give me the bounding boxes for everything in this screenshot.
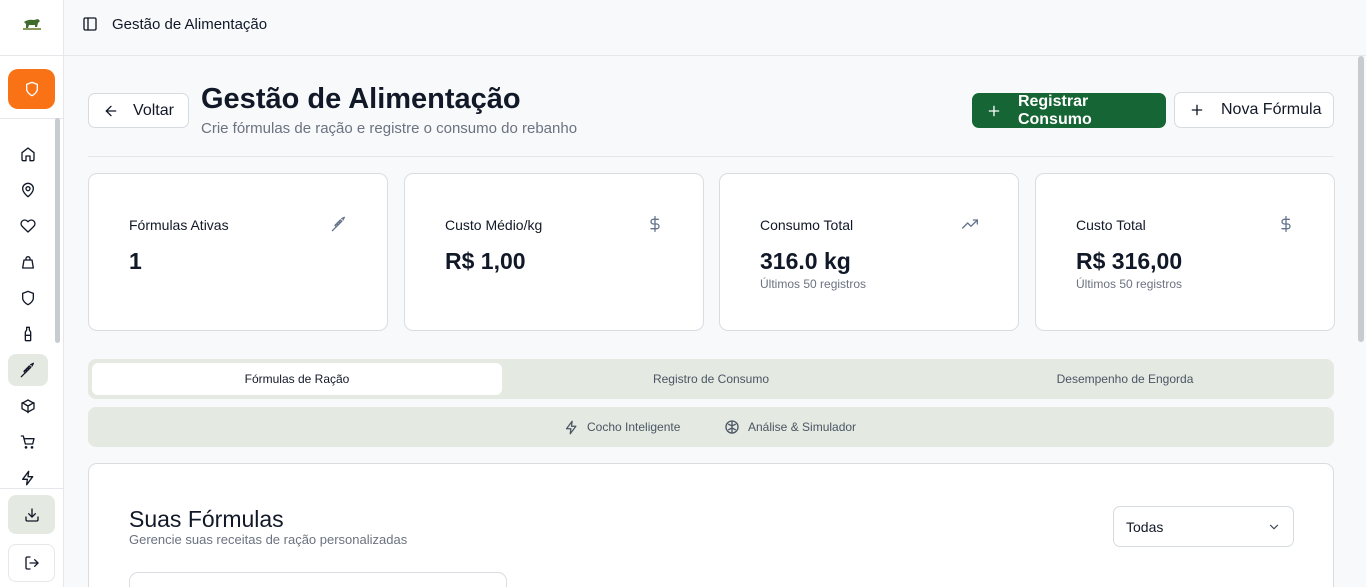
nav-cart[interactable] (8, 426, 48, 458)
plus-icon (988, 105, 1000, 116)
page-scrollbar[interactable] (1358, 56, 1364, 342)
home-icon (21, 147, 35, 162)
page-title: Gestão de Alimentação (201, 83, 521, 115)
formula-card[interactable] (129, 572, 507, 587)
formula-filter-select[interactable]: Todas (1113, 506, 1294, 547)
new-formula-label: Nova Fórmula (1221, 101, 1322, 118)
nav-shield[interactable] (8, 282, 48, 314)
divider (0, 488, 63, 489)
section-title: Suas Fórmulas (129, 506, 284, 532)
nav-home[interactable] (8, 138, 48, 170)
divider (88, 156, 1334, 157)
zap-icon (565, 420, 577, 434)
stat-subtext: Últimos 50 registros (760, 277, 867, 291)
bottle-icon (24, 326, 32, 342)
back-button-label: Voltar (133, 101, 174, 119)
cattle-logo[interactable] (20, 14, 44, 34)
dollar-icon (647, 216, 663, 232)
stat-value: R$ 316,00 (1076, 248, 1183, 274)
main-tabs: Fórmulas de Ração Registro de Consumo De… (88, 359, 1334, 399)
bag-icon (22, 256, 34, 269)
nav-bottle[interactable] (8, 318, 48, 350)
tab-smart-trough[interactable]: Cocho Inteligente (564, 407, 680, 447)
select-value: Todas (1126, 518, 1164, 535)
tab-feed-formulas[interactable]: Fórmulas de Ração (92, 363, 502, 395)
shield-icon (25, 81, 38, 97)
download-button[interactable] (8, 495, 55, 534)
tab-analysis-simulator[interactable]: Análise & Simulador (724, 407, 856, 447)
nav-feed[interactable] (8, 354, 48, 386)
stat-value: 316.0 kg (760, 248, 851, 274)
new-formula-button[interactable]: Nova Fórmula (1174, 92, 1334, 128)
stat-value: R$ 1,00 (445, 248, 526, 274)
divider (0, 118, 63, 119)
register-consumption-label: Registrar Consumo (1017, 92, 1092, 128)
brain-icon (725, 420, 739, 434)
nav-zap[interactable] (8, 462, 48, 494)
sidebar-toggle-button[interactable] (82, 16, 98, 32)
logout-button[interactable] (8, 544, 55, 582)
stat-card-avg-cost: Custo Médio/kg R$ 1,00 (404, 173, 704, 331)
top-bar: Gestão de Alimentação (64, 0, 1366, 56)
logout-icon (24, 556, 39, 570)
nav-health[interactable] (8, 210, 48, 242)
tab-consumption-log[interactable]: Registro de Consumo (506, 363, 916, 395)
package-icon (21, 399, 35, 414)
dollar-icon (1278, 216, 1294, 232)
tab-fattening-performance[interactable]: Desempenho de Engorda (920, 363, 1330, 395)
trending-up-icon (962, 216, 978, 232)
section-subtitle: Gerencie suas receitas de ração personal… (129, 532, 408, 547)
stat-card-active-formulas: Fórmulas Ativas 1 (88, 173, 388, 331)
arrow-left-icon (105, 105, 117, 116)
stat-label: Consumo Total (760, 217, 854, 233)
map-pin-icon (22, 182, 34, 198)
heart-icon (20, 219, 36, 233)
nav-package[interactable] (8, 390, 48, 422)
plus-icon (1191, 104, 1203, 116)
sidebar-scrollbar[interactable] (55, 118, 60, 343)
stat-card-total-consumption: Consumo Total 316.0 kg Últimos 50 regist… (719, 173, 1019, 331)
nav-map[interactable] (8, 174, 48, 206)
panel-left-icon (83, 17, 97, 31)
stat-label: Custo Médio/kg (445, 217, 543, 233)
stat-label: Fórmulas Ativas (129, 217, 229, 233)
shield-badge-button[interactable] (8, 69, 55, 109)
download-icon (24, 507, 39, 522)
divider (0, 55, 63, 56)
formulas-section: Suas Fórmulas Gerencie suas receitas de … (88, 463, 1334, 587)
tab-label: Cocho Inteligente (587, 420, 681, 434)
tab-label: Análise & Simulador (748, 420, 857, 434)
stat-card-total-cost: Custo Total R$ 316,00 Últimos 50 registr… (1035, 173, 1335, 331)
register-consumption-button[interactable]: Registrar Consumo (972, 93, 1166, 128)
cart-icon (20, 435, 35, 449)
secondary-tabs: Cocho Inteligente Análise & Simulador (88, 407, 1334, 447)
stat-value: 1 (129, 248, 142, 274)
chevron-down-icon (1269, 524, 1279, 529)
wheat-icon (331, 216, 347, 232)
shield-icon (22, 290, 34, 306)
stat-subtext: Últimos 50 registros (1076, 277, 1183, 291)
nav-bag[interactable] (8, 246, 48, 278)
sidebar (0, 0, 64, 587)
zap-icon (22, 470, 34, 486)
page-subtitle: Crie fórmulas de ração e registre o cons… (201, 120, 578, 137)
back-button[interactable]: Voltar (88, 93, 189, 128)
wheat-icon (20, 362, 34, 378)
app-title: Gestão de Alimentação (112, 16, 268, 33)
stat-label: Custo Total (1076, 217, 1146, 233)
